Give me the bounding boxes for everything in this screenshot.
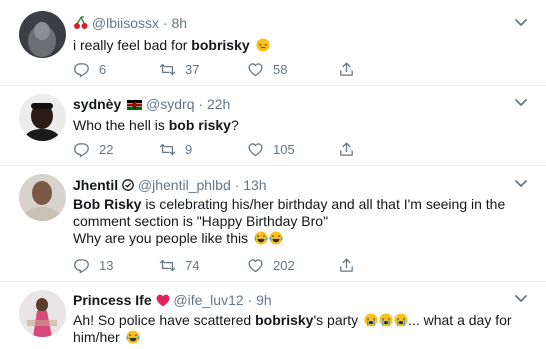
- text-line: Ah! So police have scattered bobrisky's …: [73, 312, 512, 328]
- like-icon: [247, 141, 264, 158]
- retweet-count: 37: [185, 61, 200, 77]
- like-count: 105: [273, 141, 295, 157]
- tweet-header: @lbiisossx · 8h: [73, 15, 187, 31]
- reply-count: 13: [99, 257, 114, 273]
- text-line: comment section is "Happy Birthday Bro": [73, 213, 329, 229]
- retweet-icon: [159, 61, 176, 78]
- retweet-button[interactable]: 37: [159, 60, 199, 78]
- chevron-down-icon[interactable]: [514, 98, 528, 108]
- highlight-term: bobrisky: [255, 312, 314, 328]
- tweet-header: Jhentil @jhentil_phlbd · 13h: [73, 177, 267, 193]
- share-icon: [338, 61, 355, 78]
- tweet-actions: 22 9 105: [73, 140, 363, 158]
- like-button[interactable]: 58: [247, 60, 287, 78]
- handle[interactable]: @jhentil_phlbd: [138, 177, 231, 193]
- tweet-card[interactable]: Princess Ife @ife_luv12 · 9h Ah! So poli…: [0, 282, 546, 349]
- tweet-card[interactable]: Jhentil @jhentil_phlbd · 13h Bob Risky i…: [0, 166, 546, 282]
- tweet-header: Princess Ife @ife_luv12 · 9h: [73, 292, 272, 308]
- retweet-icon: [159, 141, 176, 158]
- separator: ·: [198, 96, 204, 112]
- chevron-down-icon[interactable]: [514, 18, 528, 28]
- tweet-actions: 13 74 202: [73, 256, 363, 274]
- avatar[interactable]: [19, 174, 66, 221]
- highlight-term: Bob Risky: [73, 196, 142, 212]
- tweet-card[interactable]: sydnèy @sydrq · 22h Who the hell is bob …: [0, 86, 546, 166]
- reply-button[interactable]: 6: [73, 60, 106, 78]
- tweet-header: sydnèy @sydrq · 22h: [73, 96, 230, 112]
- tweet-text: Bob Risky is celebrating his/her birthda…: [73, 196, 523, 247]
- display-name[interactable]: Princess Ife: [73, 292, 152, 308]
- timestamp[interactable]: 22h: [207, 96, 230, 112]
- handle[interactable]: @sydrq: [146, 96, 194, 112]
- crying-emoji: [364, 313, 378, 327]
- tears-of-joy-emoji: [126, 330, 140, 344]
- highlight-term: bobrisky: [191, 37, 250, 53]
- text-line: Why are you people like this: [73, 230, 523, 247]
- reply-icon: [73, 141, 90, 158]
- share-icon: [338, 257, 355, 274]
- timestamp[interactable]: 9h: [256, 292, 272, 308]
- separator: ·: [162, 15, 168, 31]
- tweet-card[interactable]: @lbiisossx · 8h i really feel bad for bo…: [0, 0, 546, 86]
- avatar[interactable]: [19, 94, 66, 141]
- share-button[interactable]: [338, 140, 355, 158]
- handle[interactable]: @ife_luv12: [173, 292, 243, 308]
- handle[interactable]: @lbiisossx: [92, 15, 159, 31]
- like-button[interactable]: 202: [247, 256, 295, 274]
- cherries-icon: [74, 16, 88, 29]
- crying-emoji: [379, 313, 393, 327]
- display-name[interactable]: sydnèy: [73, 96, 121, 112]
- avatar[interactable]: [19, 290, 66, 337]
- tweet-actions: 6 37 58: [73, 60, 363, 78]
- chevron-down-icon[interactable]: [514, 294, 528, 304]
- text-line: him/her: [73, 329, 523, 346]
- like-button[interactable]: 105: [247, 140, 295, 158]
- share-button[interactable]: [338, 60, 355, 78]
- highlight-term: bob risky: [168, 117, 231, 133]
- tweet-text: i really feel bad for bobrisky: [73, 37, 513, 54]
- reply-button[interactable]: 22: [73, 140, 113, 158]
- separator: ·: [247, 292, 253, 308]
- retweet-icon: [159, 257, 176, 274]
- tweet-text: Ah! So police have scattered bobrisky's …: [73, 312, 523, 346]
- retweet-count: 74: [185, 257, 200, 273]
- like-icon: [247, 61, 264, 78]
- verified-icon: [122, 179, 134, 191]
- tears-of-joy-emoji: [254, 231, 268, 245]
- retweet-button[interactable]: 74: [159, 256, 199, 274]
- timestamp[interactable]: 13h: [243, 177, 266, 193]
- reply-count: 22: [99, 141, 114, 157]
- separator: ·: [234, 177, 240, 193]
- reply-icon: [73, 61, 90, 78]
- share-icon: [338, 141, 355, 158]
- tweet-text: Who the hell is bob risky?: [73, 117, 239, 133]
- pensive-emoji: [255, 38, 270, 52]
- share-button[interactable]: [338, 256, 355, 274]
- reply-icon: [73, 257, 90, 274]
- avatar[interactable]: [19, 11, 66, 58]
- like-icon: [247, 257, 264, 274]
- reply-count: 6: [99, 61, 107, 77]
- display-name[interactable]: Jhentil: [73, 177, 118, 193]
- retweet-count: 9: [185, 141, 193, 157]
- crying-emoji: [394, 313, 408, 327]
- retweet-button[interactable]: 9: [159, 140, 192, 158]
- heart-emoji: [156, 294, 169, 307]
- timestamp[interactable]: 8h: [171, 15, 187, 31]
- chevron-down-icon[interactable]: [514, 179, 528, 189]
- like-count: 202: [273, 257, 295, 273]
- kenya-flag-icon: [127, 100, 143, 110]
- like-count: 58: [273, 61, 288, 77]
- text-line: Bob Risky is celebrating his/her birthda…: [73, 196, 506, 212]
- reply-button[interactable]: 13: [73, 256, 113, 274]
- tears-of-joy-emoji: [269, 231, 283, 245]
